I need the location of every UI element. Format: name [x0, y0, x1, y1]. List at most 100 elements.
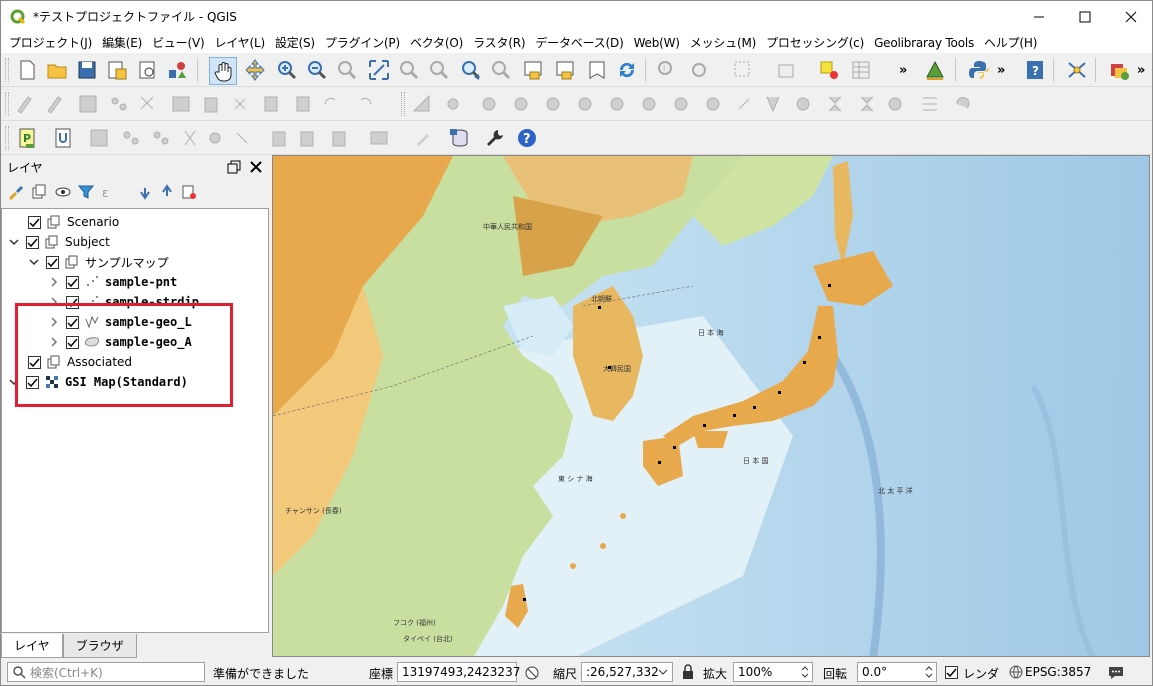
menu-settings[interactable]: 設定(S): [271, 34, 321, 51]
remove-layer-icon[interactable]: [181, 184, 197, 200]
db-manager-button[interactable]: [447, 126, 471, 150]
refresh-button[interactable]: [615, 58, 639, 82]
plugin-tool-button[interactable]: [1065, 58, 1089, 82]
select-features-button[interactable]: [731, 58, 755, 82]
add-layer-button[interactable]: [1107, 58, 1131, 82]
spin-arrows-icon[interactable]: [800, 665, 810, 679]
menu-project[interactable]: プロジェクト(J): [5, 34, 98, 51]
lock-icon[interactable]: [681, 664, 695, 680]
close-panel-icon[interactable]: [249, 160, 263, 174]
zoom-full-button[interactable]: [367, 58, 391, 82]
menu-database[interactable]: データベース(D): [531, 34, 629, 51]
toolbar-grip[interactable]: [5, 58, 9, 82]
zoom-to-selection-button[interactable]: [397, 58, 421, 82]
menu-layer[interactable]: レイヤ(L): [210, 34, 271, 51]
new-map-view-button[interactable]: [521, 58, 545, 82]
layer-checkbox[interactable]: [26, 235, 39, 249]
add-group-icon[interactable]: [31, 184, 47, 200]
open-project-button[interactable]: [45, 58, 69, 82]
render-checkbox[interactable]: [945, 666, 958, 679]
menu-vector[interactable]: ベクタ(O): [406, 34, 469, 51]
scale-combobox[interactable]: :26,527,332: [581, 662, 673, 682]
layer-checkbox[interactable]: [46, 255, 59, 269]
toolbar-overflow-button-2[interactable]: »: [997, 63, 1005, 78]
zoom-next-button[interactable]: [489, 58, 513, 82]
menu-geolibrary-tools[interactable]: Geolibraray Tools: [870, 36, 980, 50]
crs-button[interactable]: EPSG:3857: [1025, 665, 1091, 679]
python-console-button[interactable]: [967, 58, 991, 82]
layer-row-sample-pnt[interactable]: sample-pnt: [48, 272, 177, 292]
zoom-to-layer-button[interactable]: [427, 58, 451, 82]
zoom-in-button[interactable]: [275, 58, 299, 82]
zoom-layer-icon: [430, 61, 449, 80]
globe-icon[interactable]: [1009, 665, 1023, 679]
identify-button[interactable]: i: [655, 58, 679, 82]
chevron-down-icon[interactable]: [28, 256, 40, 268]
style-manager-button[interactable]: [165, 58, 189, 82]
save-as-button[interactable]: [105, 58, 129, 82]
help-button[interactable]: ?: [515, 126, 539, 150]
pan-map-button[interactable]: [209, 57, 237, 85]
zoom-native-button[interactable]: [335, 58, 359, 82]
layer-checkbox[interactable]: [28, 215, 41, 229]
toolbar-overflow-button[interactable]: »: [899, 63, 907, 78]
layer-checkbox[interactable]: [66, 275, 79, 289]
float-panel-icon[interactable]: [227, 160, 241, 174]
layers-panel-toolbar: ε: [1, 180, 271, 204]
toolbar-grip[interactable]: [5, 126, 9, 150]
save-project-button[interactable]: [75, 58, 99, 82]
menu-plugins[interactable]: プラグイン(P): [321, 34, 406, 51]
menu-raster[interactable]: ラスタ(R): [469, 34, 531, 51]
coordinate-field[interactable]: 13197493,2423237: [397, 662, 520, 682]
tab-layers[interactable]: レイヤ: [1, 634, 63, 658]
close-button[interactable]: [1108, 1, 1152, 32]
visibility-eye-icon[interactable]: [55, 184, 71, 200]
bookmark-button[interactable]: [585, 58, 609, 82]
menu-web[interactable]: Web(W): [630, 36, 686, 50]
attribute-table-button[interactable]: [849, 58, 873, 82]
chevron-right-icon[interactable]: [48, 276, 60, 288]
layer-row-subject[interactable]: Subject: [8, 232, 110, 252]
messages-icon[interactable]: [1107, 664, 1125, 680]
new-3d-view-button[interactable]: [553, 58, 577, 82]
map-canvas[interactable]: 中華人民共和国 北朝鮮 大韓民国 日 本 海 東 シ ナ 海 日 本 国 北 太…: [272, 155, 1150, 657]
deselect-button[interactable]: [817, 58, 841, 82]
processing-script-button[interactable]: P: [15, 126, 39, 150]
toolbox-button[interactable]: [483, 126, 507, 150]
geolibrary-button[interactable]: [923, 58, 947, 82]
minimize-button[interactable]: [1016, 1, 1062, 32]
expand-all-icon[interactable]: [137, 184, 153, 200]
select-attributes-button[interactable]: [775, 58, 799, 82]
current-edits-button[interactable]: [51, 126, 75, 150]
action-button[interactable]: [687, 58, 711, 82]
extents-toggle-icon[interactable]: [523, 664, 541, 682]
rotation-spinbox[interactable]: 0.0°: [857, 662, 937, 682]
layer-row-scenario[interactable]: Scenario: [28, 212, 119, 232]
menu-help[interactable]: ヘルプ(H): [980, 34, 1043, 51]
menu-edit[interactable]: 編集(E): [98, 34, 148, 51]
locator-search-input[interactable]: 検索(Ctrl+K): [7, 662, 205, 682]
filter-icon[interactable]: [78, 184, 94, 200]
spin-arrows-icon[interactable]: [924, 665, 934, 679]
zoom-last-button[interactable]: [459, 58, 483, 82]
zoom-out-button[interactable]: [305, 58, 329, 82]
style-brush-icon[interactable]: [7, 184, 23, 200]
chevron-down-icon[interactable]: [8, 236, 20, 248]
help-contents-button[interactable]: ?: [1023, 58, 1047, 82]
menu-view[interactable]: ビュー(V): [148, 34, 210, 51]
print-layout-button[interactable]: [135, 58, 159, 82]
pan-to-selection-button[interactable]: [243, 58, 267, 82]
maximize-button[interactable]: [1062, 1, 1108, 32]
menu-processing[interactable]: プロセッシング(c): [762, 34, 870, 51]
toolbar-grip-2[interactable]: [401, 92, 405, 116]
collapse-all-icon[interactable]: [159, 184, 175, 200]
layer-row-sample-map[interactable]: サンプルマップ: [28, 252, 169, 272]
menu-mesh[interactable]: メッシュ(M): [686, 34, 762, 51]
new-project-button[interactable]: [15, 58, 39, 82]
magnifier-spinbox[interactable]: 100%: [733, 662, 813, 682]
toolbar-grip[interactable]: [5, 92, 9, 116]
toolbar-overflow-button-3[interactable]: »: [1137, 63, 1145, 78]
expression-filter-icon[interactable]: ε: [101, 184, 117, 200]
pin-labels-button[interactable]: [413, 126, 437, 150]
tab-browser[interactable]: ブラウザ: [62, 634, 137, 658]
